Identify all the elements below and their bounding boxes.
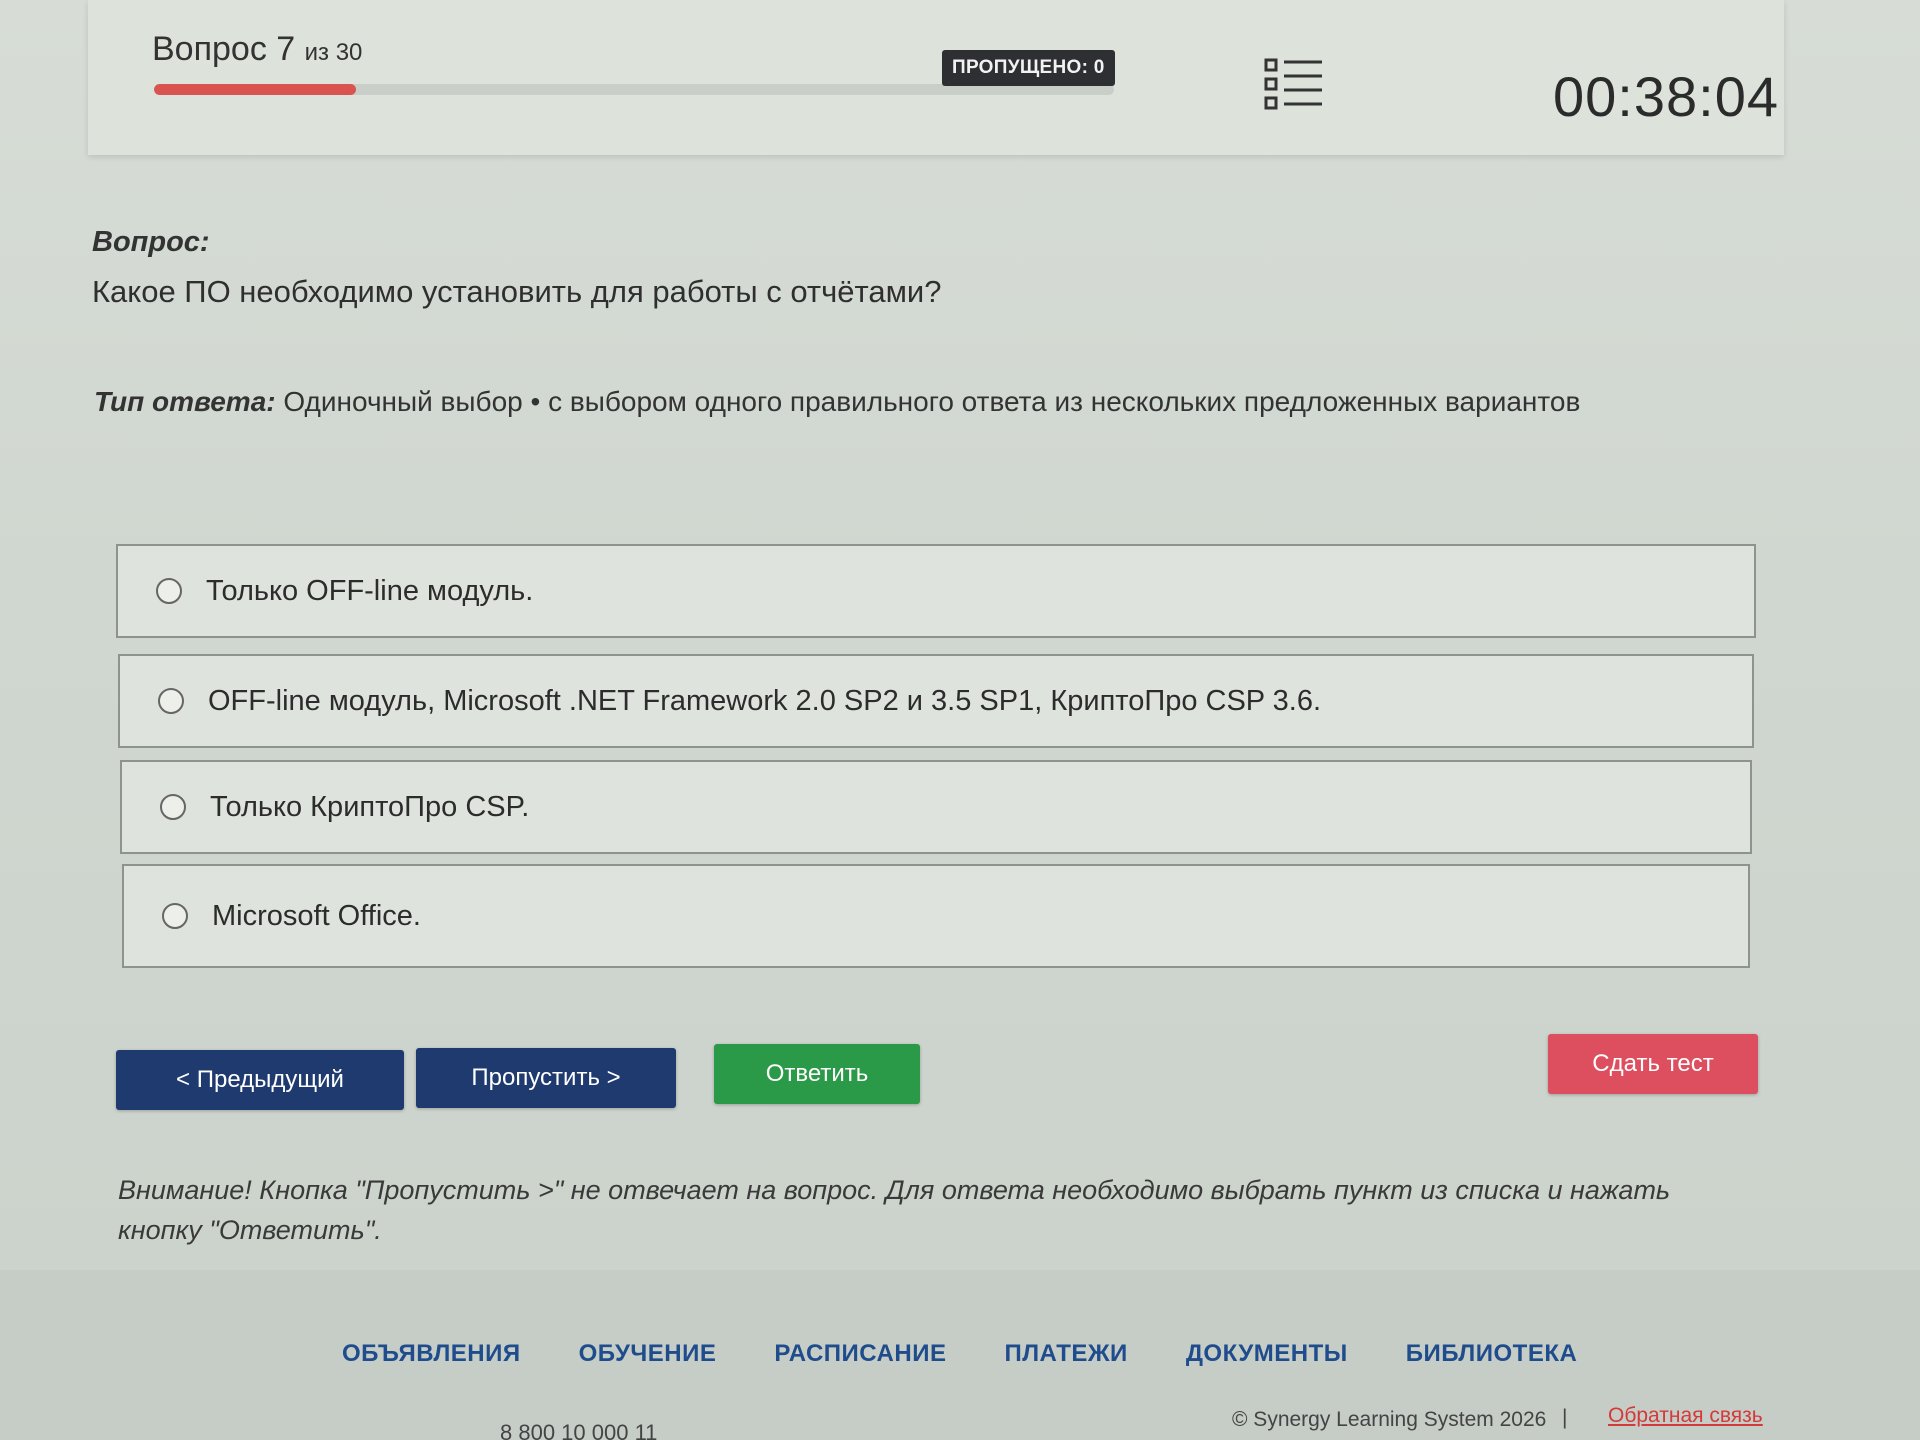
nav-learning[interactable]: ОБУЧЕНИЕ: [579, 1340, 717, 1368]
timer: 00:38:04: [1553, 65, 1779, 128]
nav-library[interactable]: БИБЛИОТЕКА: [1406, 1340, 1578, 1368]
answer-type: Тип ответа: Одиночный выбор • с выбором …: [94, 386, 1580, 418]
answer-type-value: Одиночный выбор • с выбором одного прави…: [275, 386, 1581, 417]
nav-payments[interactable]: ПЛАТЕЖИ: [1004, 1340, 1127, 1368]
list-icon[interactable]: [1264, 58, 1324, 110]
option-label: OFF-line модуль, Microsoft .NET Framewor…: [208, 684, 1322, 717]
feedback-link[interactable]: Обратная связь: [1608, 1404, 1763, 1428]
radio-button[interactable]: [156, 578, 182, 604]
skip-button[interactable]: Пропустить >: [416, 1048, 676, 1108]
radio-button[interactable]: [162, 903, 188, 929]
skipped-badge: ПРОПУЩЕНО: 0: [942, 50, 1115, 86]
test-header: Вопрос 7 из 30 ПРОПУЩЕНО: 0 00:38:04: [88, 0, 1784, 155]
footer: ОБЪЯВЛЕНИЯ ОБУЧЕНИЕ РАСПИСАНИЕ ПЛАТЕЖИ Д…: [0, 1270, 1920, 1440]
copyright: © Synergy Learning System 2026: [1232, 1408, 1547, 1431]
screen: Вопрос 7 из 30 ПРОПУЩЕНО: 0 00:38:04 Воп…: [0, 0, 1920, 1440]
question-total: из 30: [304, 39, 363, 66]
option-label: Только КриптоПро CSP.: [210, 790, 530, 823]
answer-option-4[interactable]: Microsoft Office.: [122, 864, 1750, 968]
option-label: Microsoft Office.: [212, 899, 421, 932]
question-heading: Вопрос:: [92, 226, 210, 258]
option-label: Только OFF-line модуль.: [206, 574, 534, 607]
progress-fill: [154, 84, 356, 95]
radio-button[interactable]: [160, 794, 186, 820]
nav-announcements[interactable]: ОБЪЯВЛЕНИЯ: [342, 1340, 521, 1368]
phone-number: 8 800 10 000 11: [500, 1420, 658, 1440]
answer-button[interactable]: Ответить: [714, 1044, 920, 1104]
skip-warning: Внимание! Кнопка "Пропустить >" не отвеч…: [118, 1175, 1671, 1245]
nav-documents[interactable]: ДОКУМЕНТЫ: [1186, 1340, 1348, 1368]
radio-button[interactable]: [158, 688, 184, 714]
question-number: Вопрос 7: [152, 30, 296, 68]
submit-test-button[interactable]: Сдать тест: [1548, 1034, 1758, 1094]
answer-type-label: Тип ответа:: [94, 386, 276, 417]
question-text: Какое ПО необходимо установить для работ…: [92, 274, 942, 309]
question-counter: Вопрос 7 из 30: [152, 30, 362, 69]
answer-option-1[interactable]: Только OFF-line модуль.: [116, 544, 1756, 638]
answer-option-3[interactable]: Только КриптоПро CSP.: [120, 760, 1752, 854]
answer-option-2[interactable]: OFF-line модуль, Microsoft .NET Framewor…: [118, 654, 1754, 748]
previous-button[interactable]: < Предыдущий: [116, 1050, 404, 1110]
footer-separator: |: [1562, 1406, 1568, 1429]
nav-schedule[interactable]: РАСПИСАНИЕ: [774, 1340, 946, 1368]
footer-nav: ОБЪЯВЛЕНИЯ ОБУЧЕНИЕ РАСПИСАНИЕ ПЛАТЕЖИ Д…: [342, 1340, 1577, 1368]
